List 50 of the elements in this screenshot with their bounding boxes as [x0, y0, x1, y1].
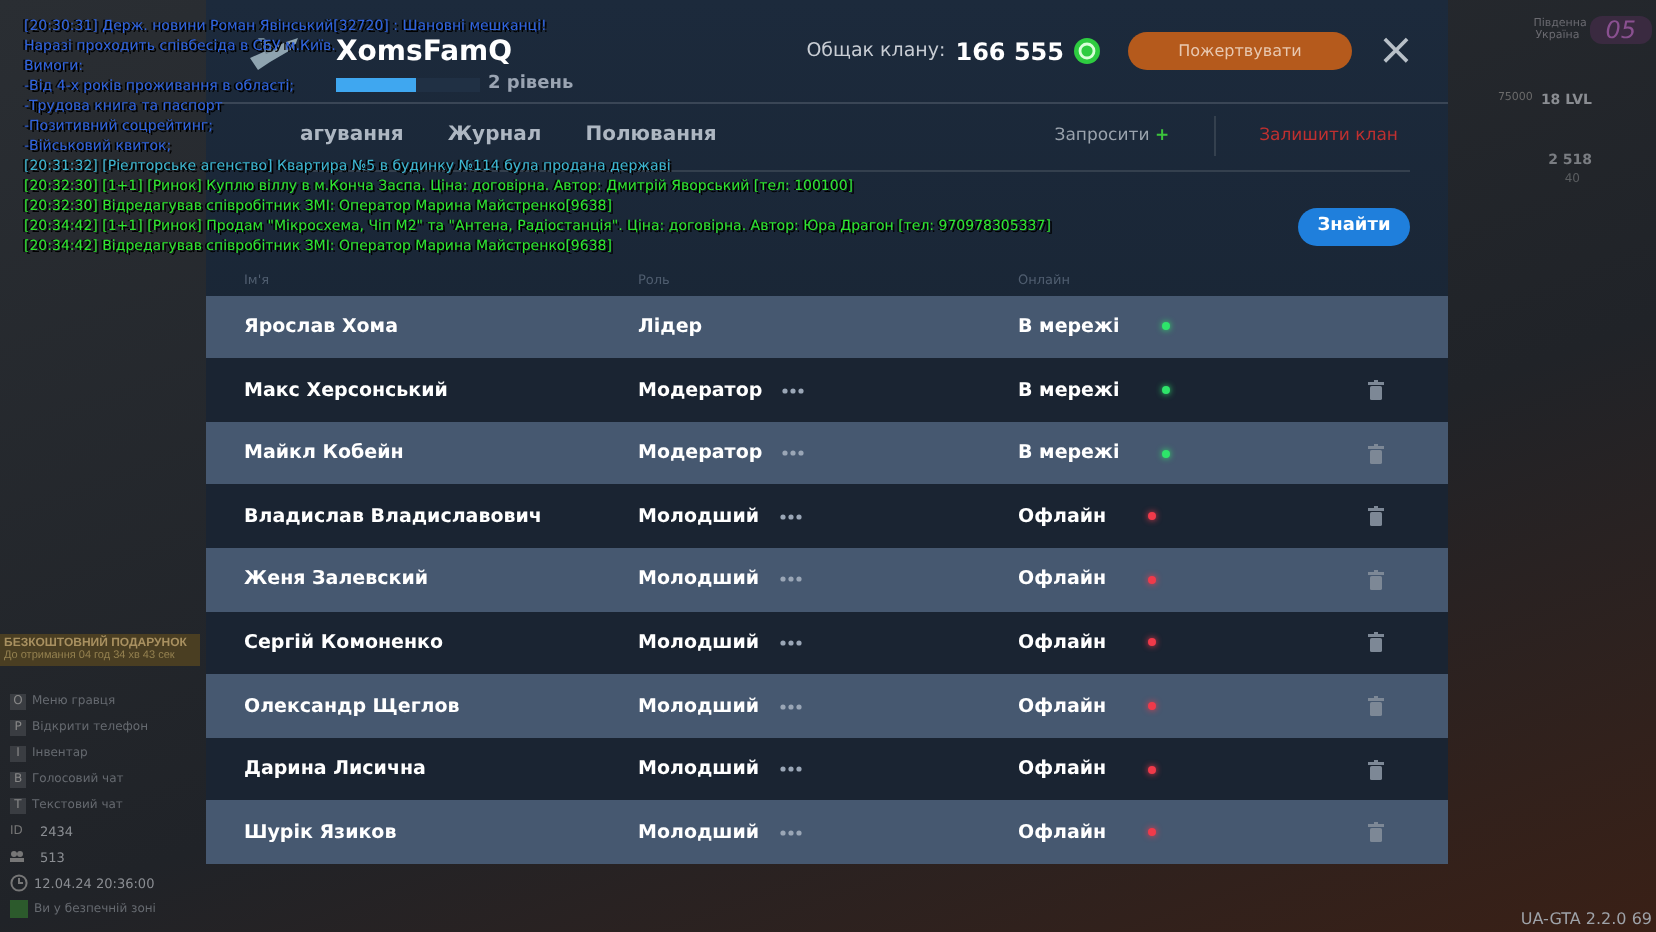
- member-role: Молодший: [638, 631, 760, 654]
- member-role: Молодший: [638, 505, 760, 528]
- member-name: Владислав Владиславович: [244, 505, 544, 528]
- level-label: 2 рівень: [488, 74, 574, 95]
- member-name: Майкл Кобейн: [244, 442, 406, 465]
- member-role: Молодший: [638, 758, 760, 781]
- more-icon[interactable]: [782, 450, 805, 457]
- invite-button[interactable]: Запросити +: [1054, 126, 1170, 147]
- coin-icon: [1074, 38, 1100, 65]
- member-status: В мережі: [1018, 315, 1120, 338]
- member-status: В мережі: [1018, 379, 1120, 402]
- region-badge: 05: [1589, 16, 1652, 44]
- tab[interactable]: Полювання: [585, 124, 717, 149]
- member-role: Модератор: [638, 442, 763, 465]
- member-name: Женя Залевский: [244, 568, 431, 591]
- member-name: Ярослав Хома: [244, 315, 400, 338]
- member-name: Шурік Язиков: [244, 821, 399, 844]
- member-name: Олександр Щеглов: [244, 695, 462, 718]
- member-role: Модератор: [638, 379, 763, 402]
- member-status: Офлайн: [1018, 758, 1107, 781]
- safe-zone-icon: [10, 900, 28, 918]
- more-icon[interactable]: [779, 513, 802, 520]
- member-role: Лідер: [638, 315, 703, 338]
- clock-icon: [10, 874, 28, 892]
- member-status: Офлайн: [1018, 505, 1107, 528]
- member-status: Офлайн: [1018, 695, 1107, 718]
- member-role: Молодший: [638, 568, 760, 591]
- close-button[interactable]: ×: [1376, 31, 1416, 72]
- bank-amount: 166 555: [955, 37, 1064, 66]
- more-icon[interactable]: [779, 576, 802, 583]
- tab[interactable]: агування: [300, 124, 404, 149]
- more-icon[interactable]: [779, 639, 802, 646]
- member-name: Дарина Лисична: [244, 758, 428, 781]
- find-button[interactable]: Знайти: [1298, 207, 1410, 246]
- version-label: UA-GTA 2.2.0 69: [1520, 910, 1652, 928]
- more-icon[interactable]: [779, 829, 802, 836]
- member-status: Офлайн: [1018, 568, 1107, 591]
- member-role: Молодший: [638, 821, 760, 844]
- member-role: Молодший: [638, 695, 760, 718]
- more-icon[interactable]: [782, 387, 805, 394]
- member-status: Офлайн: [1018, 631, 1107, 654]
- member-name: Сергій Комоненко: [244, 631, 446, 654]
- member-name: Макс Херсонський: [244, 379, 450, 402]
- more-icon[interactable]: [779, 766, 802, 773]
- clan-name: XomsFamQ: [336, 36, 515, 69]
- bank-label: Общак клану:: [806, 40, 946, 63]
- member-status: В мережі: [1018, 442, 1120, 465]
- member-status: Офлайн: [1018, 821, 1107, 844]
- tab[interactable]: Журнал: [447, 124, 542, 149]
- more-icon[interactable]: [779, 703, 802, 710]
